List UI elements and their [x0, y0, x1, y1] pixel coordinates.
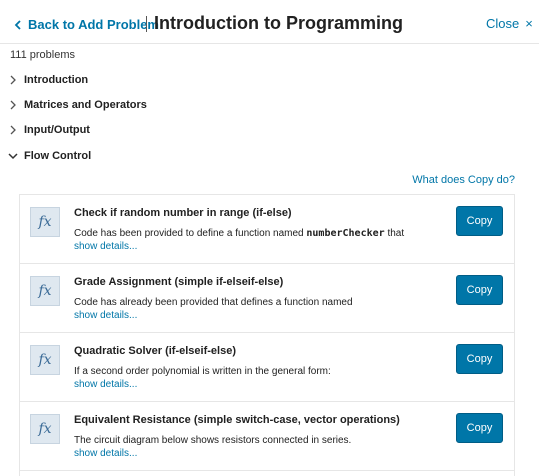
section-input-output[interactable]: Input/Output: [8, 120, 90, 140]
list-item: fx Equivalent Resistance (simple switch-…: [20, 402, 514, 471]
function-icon: fx: [30, 207, 60, 237]
chevron-left-icon: [14, 19, 21, 30]
close-button[interactable]: Close ×: [486, 16, 533, 31]
function-icon: fx: [30, 276, 60, 306]
section-label: Introduction: [24, 74, 89, 86]
copy-button[interactable]: Copy: [456, 344, 503, 374]
section-flow-control[interactable]: Flow Control: [8, 146, 91, 166]
problem-title: Check if random number in range (if-else…: [74, 207, 292, 219]
section-label: Input/Output: [24, 124, 90, 136]
page-title: Introduction to Programming: [154, 13, 403, 33]
problem-description: If a second order polynomial is written …: [74, 366, 331, 377]
section-introduction[interactable]: Introduction: [8, 70, 88, 90]
problem-title: Quadratic Solver (if-elseif-else): [74, 345, 236, 357]
chevron-right-icon: [10, 100, 16, 110]
problem-title: Grade Assignment (simple if-elseif-else): [74, 276, 284, 288]
list-item: fx Quadratic Solver (if-elseif-else) If …: [20, 333, 514, 402]
copy-button[interactable]: Copy: [456, 413, 503, 443]
problem-count: 111 problems: [10, 49, 76, 61]
section-label: Matrices and Operators: [24, 99, 147, 111]
copy-button[interactable]: Copy: [456, 275, 503, 305]
function-name: numberChecker: [306, 228, 385, 239]
close-icon: ×: [525, 16, 533, 31]
problem-title: Equivalent Resistance (simple switch-cas…: [74, 414, 400, 426]
close-label: Close: [486, 16, 520, 31]
section-label: Flow Control: [24, 150, 92, 162]
show-details-link[interactable]: show details...: [74, 241, 137, 252]
copy-button[interactable]: Copy: [456, 206, 503, 236]
header-separator: [146, 16, 147, 32]
function-icon: fx: [30, 414, 60, 444]
show-details-link[interactable]: show details...: [74, 310, 137, 321]
chevron-down-icon: [8, 153, 18, 160]
problem-description: Code has been provided to define a funct…: [74, 228, 405, 239]
chevron-right-icon: [10, 75, 16, 85]
back-link-label: Back to Add Problem: [28, 17, 159, 32]
problem-list: fx Check if random number in range (if-e…: [19, 194, 515, 476]
chevron-right-icon: [10, 125, 16, 135]
show-details-link[interactable]: show details...: [74, 379, 137, 390]
header-bar: Back to Add Problem Introduction to Prog…: [0, 0, 539, 44]
back-to-add-problem-link[interactable]: Back to Add Problem: [12, 17, 159, 32]
list-item: fx Grade Assignment (simple if-elseif-el…: [20, 264, 514, 333]
show-details-link[interactable]: show details...: [74, 448, 137, 459]
section-matrices-and-operators[interactable]: Matrices and Operators: [8, 95, 147, 115]
list-item: fx Check if random number in range (if-e…: [20, 195, 514, 264]
problem-description: Code has already been provided that defi…: [74, 297, 353, 308]
what-does-copy-do-link[interactable]: What does Copy do?: [412, 174, 515, 186]
problem-description: The circuit diagram below shows resistor…: [74, 435, 352, 446]
function-icon: fx: [30, 345, 60, 375]
